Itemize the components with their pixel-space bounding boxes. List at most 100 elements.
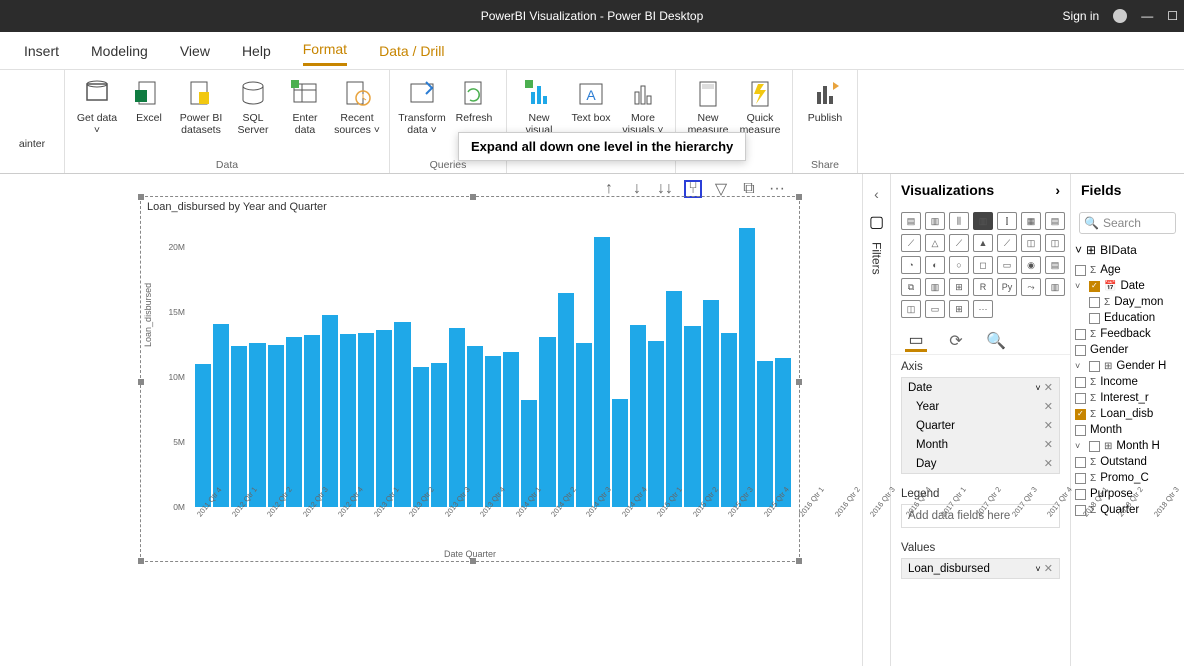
checkbox[interactable] xyxy=(1075,393,1086,404)
checkbox[interactable] xyxy=(1075,345,1086,356)
bar[interactable] xyxy=(249,343,265,507)
transform-data-button[interactable]: Transform data ˅ xyxy=(398,74,446,136)
field-row[interactable]: ΣFeedback xyxy=(1071,326,1184,342)
field-row[interactable]: Gender xyxy=(1071,342,1184,358)
viz-type-button[interactable]: △ xyxy=(925,234,945,252)
field-row[interactable]: ΣLoan_disb xyxy=(1071,406,1184,422)
viz-type-button[interactable]: ⊞ xyxy=(949,278,969,296)
axis-well[interactable]: Date˅ ✕ Year✕ Quarter✕ Month✕ Day✕ xyxy=(901,377,1060,474)
publish-button[interactable]: Publish xyxy=(801,74,849,124)
bar[interactable] xyxy=(340,334,356,507)
viz-type-button[interactable]: ○ xyxy=(949,256,969,274)
sql-server-button[interactable]: SQL Server xyxy=(229,74,277,136)
field-row[interactable]: ˅⊞Month H xyxy=(1071,438,1184,454)
bar[interactable] xyxy=(757,361,773,507)
bar[interactable] xyxy=(268,345,284,507)
checkbox[interactable] xyxy=(1075,425,1086,436)
viz-type-button[interactable]: ⫼ xyxy=(949,212,969,230)
remove-value-icon[interactable]: ✕ xyxy=(1044,563,1053,575)
recent-sources-button[interactable]: Recent sources ˅ xyxy=(333,74,381,136)
refresh-button[interactable]: Refresh xyxy=(450,74,498,124)
menu-help[interactable]: Help xyxy=(242,37,271,65)
viz-type-button[interactable]: ▦ xyxy=(1021,212,1041,230)
menu-modeling[interactable]: Modeling xyxy=(91,37,148,65)
viz-type-button[interactable]: ◫ xyxy=(1021,234,1041,252)
viz-type-button[interactable]: ⟋ xyxy=(901,234,921,252)
viz-type-button[interactable]: ▥ xyxy=(925,212,945,230)
enter-data-button[interactable]: Enter data xyxy=(281,74,329,136)
bar[interactable] xyxy=(739,228,755,508)
viz-type-button[interactable]: ▤ xyxy=(901,212,921,230)
field-row[interactable]: ΣInterest_r xyxy=(1071,390,1184,406)
bar[interactable] xyxy=(431,363,447,507)
bar[interactable] xyxy=(449,328,465,507)
field-row[interactable]: ˅⊞Gender H xyxy=(1071,358,1184,374)
quick-measure-button[interactable]: Quick measure xyxy=(736,74,784,136)
viz-type-button[interactable]: Py xyxy=(997,278,1017,296)
bar[interactable] xyxy=(286,337,302,507)
viz-type-button[interactable]: ⟋ xyxy=(949,234,969,252)
viz-type-button[interactable]: ⤳ xyxy=(1021,278,1041,296)
field-row[interactable]: ΣAge xyxy=(1071,262,1184,278)
new-visual-button[interactable]: New visual xyxy=(515,74,563,136)
bar[interactable] xyxy=(304,335,320,507)
viz-type-button[interactable]: ▤ xyxy=(1045,256,1065,274)
bar[interactable] xyxy=(503,352,519,507)
bar[interactable] xyxy=(703,300,719,507)
viz-type-button[interactable]: ⟋ xyxy=(997,234,1017,252)
bar[interactable] xyxy=(358,333,374,507)
minimize-button[interactable]: — xyxy=(1141,9,1153,23)
bar[interactable] xyxy=(648,341,664,507)
viz-type-button[interactable]: ▭ xyxy=(997,256,1017,274)
fields-tab-icon[interactable]: ▭ xyxy=(905,330,927,352)
text-box-button[interactable]: AText box xyxy=(567,74,615,124)
checkbox[interactable] xyxy=(1075,473,1086,484)
checkbox[interactable] xyxy=(1089,281,1100,292)
bar[interactable] xyxy=(539,337,555,507)
viz-type-button[interactable]: ◻ xyxy=(973,256,993,274)
viz-type-button[interactable]: ▥ xyxy=(973,212,993,230)
viz-type-button[interactable]: ◉ xyxy=(1021,256,1041,274)
bar[interactable] xyxy=(213,324,229,507)
analytics-tab-icon[interactable]: 🔍 xyxy=(985,330,1007,352)
checkbox[interactable] xyxy=(1089,361,1100,372)
bar[interactable] xyxy=(594,237,610,507)
filters-rail[interactable]: ‹ ▢ Filters xyxy=(862,174,890,666)
viz-type-button[interactable]: ◫ xyxy=(901,300,921,318)
viz-type-button[interactable]: ▤ xyxy=(1045,212,1065,230)
field-row[interactable]: ΣIncome xyxy=(1071,374,1184,390)
checkbox[interactable] xyxy=(1075,457,1086,468)
bar[interactable] xyxy=(231,346,247,507)
bar[interactable] xyxy=(195,364,211,507)
checkbox[interactable] xyxy=(1075,377,1086,388)
new-measure-button[interactable]: New measure xyxy=(684,74,732,136)
bar[interactable] xyxy=(684,326,700,507)
field-row[interactable]: ΣOutstand xyxy=(1071,454,1184,470)
menu-view[interactable]: View xyxy=(180,37,210,65)
viz-type-button[interactable]: ◫ xyxy=(1045,234,1065,252)
viz-type-button[interactable]: ⫿ xyxy=(997,212,1017,230)
field-row[interactable]: ˅📅Date xyxy=(1071,278,1184,294)
canvas[interactable]: ↑ ↓ ↓↓ ⑂ ▽ ⧉ ··· Loan_disbursed by Year … xyxy=(0,174,862,666)
more-visuals-button[interactable]: More visuals ˅ xyxy=(619,74,667,136)
viz-type-button[interactable]: ··· xyxy=(973,300,993,318)
viz-type-button[interactable]: ▥ xyxy=(1045,278,1065,296)
bar[interactable] xyxy=(394,322,410,507)
chevron-right-icon[interactable]: › xyxy=(1055,182,1060,198)
bar[interactable] xyxy=(322,315,338,507)
viz-type-button[interactable]: ⊞ xyxy=(949,300,969,318)
bar[interactable] xyxy=(666,291,682,507)
field-row[interactable]: Month xyxy=(1071,422,1184,438)
bar[interactable] xyxy=(721,333,737,507)
remove-axis-icon[interactable]: ✕ xyxy=(1044,382,1053,394)
field-row[interactable]: ΣPromo_C xyxy=(1071,470,1184,486)
checkbox[interactable] xyxy=(1075,409,1086,420)
chevron-left-icon[interactable]: ‹ xyxy=(874,186,879,202)
values-well[interactable]: Loan_disbursed˅ ✕ xyxy=(901,558,1060,579)
viz-type-button[interactable]: ▥ xyxy=(925,278,945,296)
signin-link[interactable]: Sign in xyxy=(1063,9,1100,23)
viz-type-button[interactable]: ◔ xyxy=(901,256,921,274)
menu-format[interactable]: Format xyxy=(303,35,347,66)
viz-type-button[interactable]: ◐ xyxy=(925,256,945,274)
chart-visual[interactable]: Loan_disbursed by Year and Quarter Loan_… xyxy=(140,196,800,562)
